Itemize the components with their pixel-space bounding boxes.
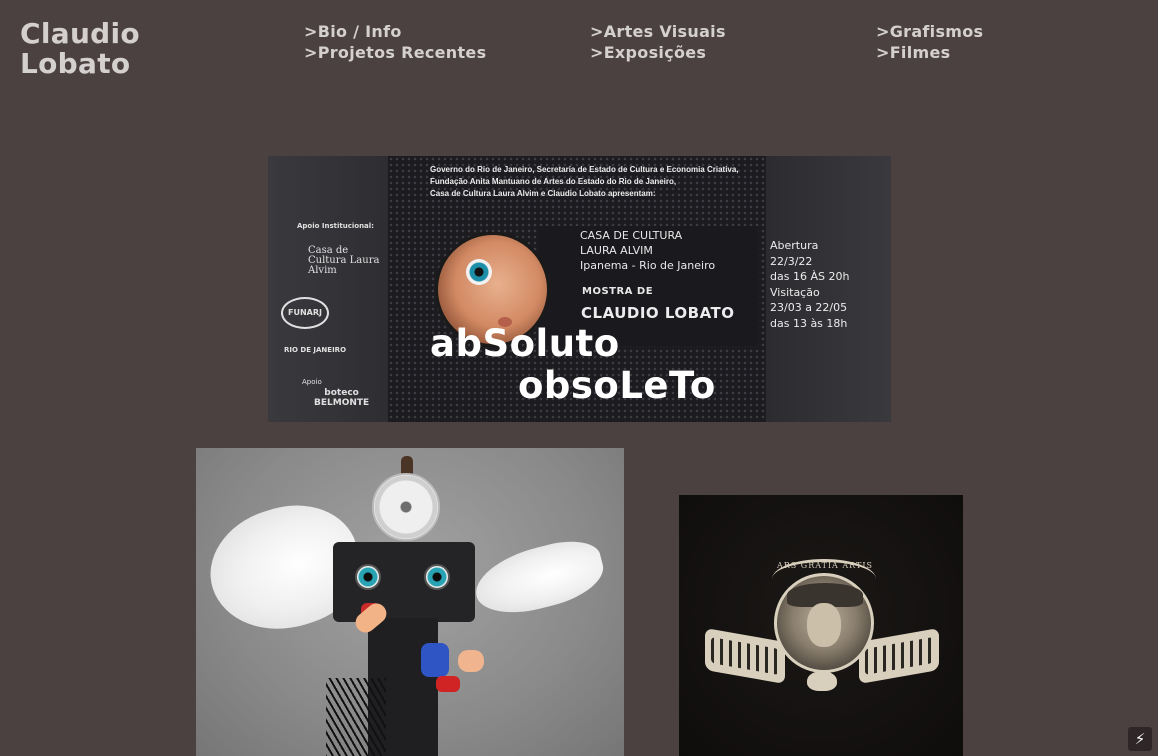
sponsor-belmonte-logo: boteco BELMONTE: [314, 388, 369, 408]
doll-blue-shorts: [421, 643, 449, 677]
poster-artist-name: CLAUDIO LOBATO: [581, 304, 735, 322]
right-wing: [468, 533, 610, 623]
tape-ribbon: [326, 678, 386, 756]
nav-link-bio-info[interactable]: >Bio / Info: [304, 21, 486, 42]
poster-apoio-small: Apoio: [302, 378, 322, 386]
doll-eye: [466, 259, 492, 285]
poster-apoio-label: Apoio Institucional:: [297, 222, 374, 230]
nav-link-artes-visuais[interactable]: >Artes Visuais: [590, 21, 726, 42]
sponsor-funarj-logo: FUNARJ: [281, 297, 329, 329]
poster-credits: Governo do Rio de Janeiro, Secretaria de…: [430, 164, 739, 200]
site-title[interactable]: Claudio Lobato: [20, 19, 140, 79]
nav-link-exposicoes[interactable]: >Exposições: [590, 42, 726, 63]
poster-credit-line: Fundação Anita Mantuano de Artes do Esta…: [430, 177, 677, 186]
poster-dates: Abertura 22/3/22 das 16 ÀS 20h Visitação…: [770, 238, 849, 331]
poster-venue-line: LAURA ALVIM: [580, 244, 653, 257]
nav-column-3: >Grafismos >Filmes: [876, 21, 983, 63]
poster-date-line: 22/3/22: [770, 254, 813, 268]
emblem-face: [807, 603, 841, 647]
tape-eye-left: [355, 564, 381, 590]
poster-title-line1: abSoluto: [430, 322, 620, 365]
poster-date-line: Visitação: [770, 285, 820, 299]
film-reel: [372, 473, 440, 541]
nav-link-filmes[interactable]: >Filmes: [876, 42, 983, 63]
winged-vhs-sculpture-image[interactable]: [196, 448, 624, 756]
page: Claudio Lobato >Bio / Info >Projetos Rec…: [0, 0, 1158, 756]
site-title-line2[interactable]: Lobato: [20, 49, 140, 79]
poster-date-line: das 13 às 18h: [770, 316, 848, 330]
poster-title-line2: obsoLeTo: [518, 364, 716, 407]
doll-red-boot: [436, 676, 460, 692]
film-strip-left: [705, 627, 785, 685]
doll-leg: [458, 650, 484, 672]
sponsor-casa-de-cultura-logo: Casa de Cultura Laura Alvim: [308, 246, 379, 276]
nav-column-2: >Artes Visuais >Exposições: [590, 21, 726, 63]
sponsor-casa-line: Alvim: [308, 265, 337, 276]
nav-column-1: >Bio / Info >Projetos Recentes: [304, 21, 486, 63]
tape-eye-right: [424, 564, 450, 590]
poster-date-line: 23/03 a 22/05: [770, 301, 848, 314]
poster-date-line: Abertura: [770, 239, 819, 252]
emblem-text: ARS GRATIA ARTIS: [776, 561, 874, 570]
poster-mostra-label: MOSTRA DE: [582, 286, 654, 297]
sponsor-belmonte-line: BELMONTE: [314, 398, 370, 408]
poster-venue: CASA DE CULTURA LAURA ALVIM Ipanema - Ri…: [580, 228, 715, 273]
heart-base: [807, 671, 837, 691]
poster-date-line: das 16 ÀS 20h: [770, 270, 850, 283]
ars-gratia-artis-emblem-image[interactable]: ARS GRATIA ARTIS: [679, 495, 963, 756]
nav-link-grafismos[interactable]: >Grafismos: [876, 21, 983, 42]
sponsor-governo-rj-logo: RIO DE JANEIRO: [284, 346, 347, 354]
exhibition-poster-image[interactable]: Governo do Rio de Janeiro, Secretaria de…: [268, 156, 891, 422]
poster-venue-line: Ipanema - Rio de Janeiro: [580, 259, 716, 272]
site-title-line1[interactable]: Claudio: [20, 19, 140, 49]
poster-sponsor-panel: [268, 156, 388, 422]
vhs-tape-body: [333, 542, 475, 622]
sponsor-belmonte-line: boteco: [324, 388, 359, 398]
lightning-icon[interactable]: ⚡: [1128, 727, 1152, 751]
poster-venue-line: CASA DE CULTURA: [580, 229, 683, 242]
nav-link-projetos-recentes[interactable]: >Projetos Recentes: [304, 42, 486, 63]
poster-credit-line: Casa de Cultura Laura Alvim e Claudio Lo…: [430, 189, 656, 198]
poster-credit-line: Governo do Rio de Janeiro, Secretaria de…: [430, 165, 739, 174]
